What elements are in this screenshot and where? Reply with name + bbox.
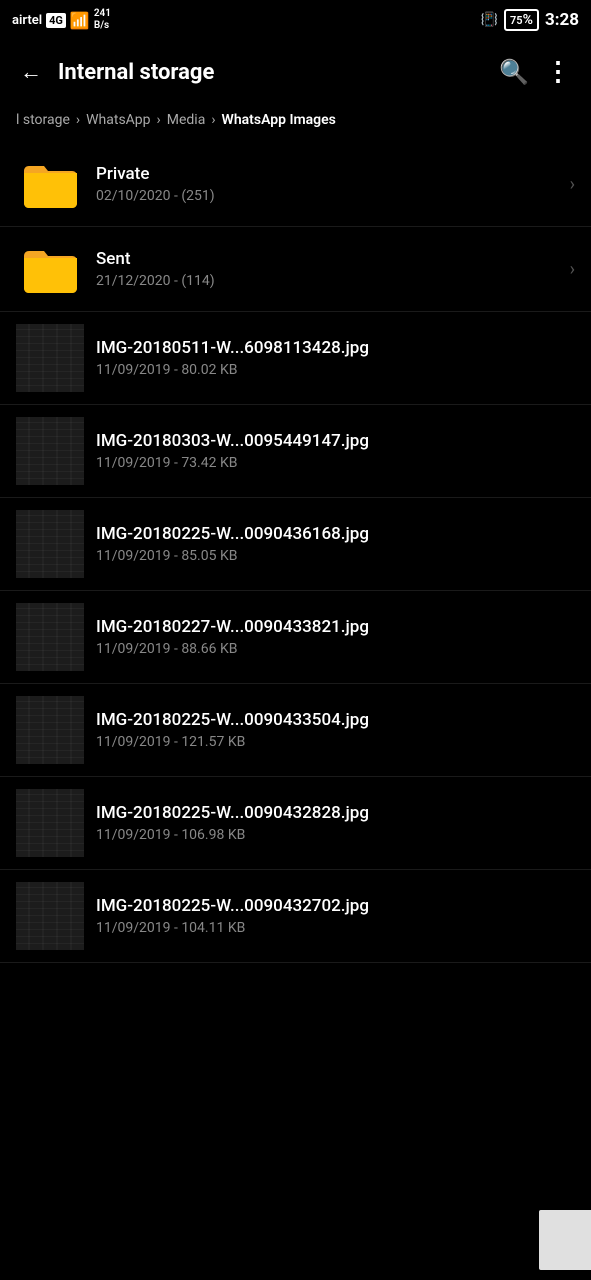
file-name: IMG-20180225-W...0090432702.jpg xyxy=(96,896,575,916)
clock: 3:28 xyxy=(545,10,579,30)
breadcrumb-sep-1: › xyxy=(76,112,80,128)
file-info: IMG-20180225-W...0090433504.jpg 11/09/20… xyxy=(96,710,575,750)
folder-private[interactable]: Private 02/10/2020 - (251) › xyxy=(0,142,591,227)
back-button[interactable]: ← xyxy=(12,51,50,93)
list-item[interactable]: IMG-20180303-W...0095449147.jpg 11/09/20… xyxy=(0,405,591,498)
breadcrumb-sep-3: › xyxy=(211,112,215,128)
list-item[interactable]: IMG-20180225-W...0090433504.jpg 11/09/20… xyxy=(0,684,591,777)
breadcrumb-item-whatsapp[interactable]: WhatsApp xyxy=(86,112,150,128)
signal-icon: 📶 xyxy=(70,11,90,30)
breadcrumb-item-media[interactable]: Media xyxy=(167,112,206,128)
vibrate-icon: 📳 xyxy=(481,12,498,28)
battery-icon: 75% xyxy=(504,9,539,31)
chevron-right-icon: › xyxy=(570,259,575,280)
file-thumbnail xyxy=(16,510,84,578)
data-speed: 241 B/s xyxy=(94,8,111,32)
breadcrumb-item-whatsapp-images[interactable]: WhatsApp Images xyxy=(222,112,336,128)
folder-sent[interactable]: Sent 21/12/2020 - (114) › xyxy=(0,227,591,312)
search-button[interactable]: 🔍 xyxy=(491,50,537,94)
more-options-button[interactable]: ⋮ xyxy=(537,49,579,95)
folder-icon-sent xyxy=(16,239,84,299)
folder-sent-meta: 21/12/2020 - (114) xyxy=(96,273,562,289)
page-title: Internal storage xyxy=(58,60,491,85)
file-thumbnail xyxy=(16,603,84,671)
list-item[interactable]: IMG-20180511-W...6098113428.jpg 11/09/20… xyxy=(0,312,591,405)
carrier-label: airtel xyxy=(12,13,42,28)
folder-private-info: Private 02/10/2020 - (251) xyxy=(96,164,562,204)
status-bar: airtel 4G 📶 241 B/s 📳 75% 3:28 xyxy=(0,0,591,40)
file-thumbnail xyxy=(16,789,84,857)
battery-level: 75 xyxy=(510,14,523,27)
folder-icon-private xyxy=(16,154,84,214)
file-info: IMG-20180225-W...0090436168.jpg 11/09/20… xyxy=(96,524,575,564)
folder-sent-name: Sent xyxy=(96,249,562,269)
file-name: IMG-20180227-W...0090433821.jpg xyxy=(96,617,575,637)
list-item[interactable]: IMG-20180225-W...0090432702.jpg 11/09/20… xyxy=(0,870,591,963)
file-name: IMG-20180225-W...0090436168.jpg xyxy=(96,524,575,544)
scroll-indicator[interactable] xyxy=(539,1210,591,1270)
network-type: 4G xyxy=(46,13,66,28)
file-thumbnail xyxy=(16,882,84,950)
file-meta: 11/09/2019 - 88.66 KB xyxy=(96,641,575,657)
breadcrumb: l storage › WhatsApp › Media › WhatsApp … xyxy=(0,104,591,142)
breadcrumb-sep-2: › xyxy=(157,112,161,128)
file-meta: 11/09/2019 - 73.42 KB xyxy=(96,455,575,471)
file-meta: 11/09/2019 - 85.05 KB xyxy=(96,548,575,564)
file-name: IMG-20180225-W...0090433504.jpg xyxy=(96,710,575,730)
file-name: IMG-20180303-W...0095449147.jpg xyxy=(96,431,575,451)
file-info: IMG-20180225-W...0090432702.jpg 11/09/20… xyxy=(96,896,575,936)
file-thumbnail xyxy=(16,324,84,392)
folder-private-meta: 02/10/2020 - (251) xyxy=(96,188,562,204)
file-meta: 11/09/2019 - 104.11 KB xyxy=(96,920,575,936)
top-bar: ← Internal storage 🔍 ⋮ xyxy=(0,40,591,104)
list-item[interactable]: IMG-20180225-W...0090432828.jpg 11/09/20… xyxy=(0,777,591,870)
file-info: IMG-20180511-W...6098113428.jpg 11/09/20… xyxy=(96,338,575,378)
file-meta: 11/09/2019 - 80.02 KB xyxy=(96,362,575,378)
file-thumbnail xyxy=(16,417,84,485)
list-item[interactable]: IMG-20180227-W...0090433821.jpg 11/09/20… xyxy=(0,591,591,684)
breadcrumb-item-storage[interactable]: l storage xyxy=(16,112,70,128)
folder-sent-info: Sent 21/12/2020 - (114) xyxy=(96,249,562,289)
chevron-right-icon: › xyxy=(570,174,575,195)
file-name: IMG-20180225-W...0090432828.jpg xyxy=(96,803,575,823)
file-name: IMG-20180511-W...6098113428.jpg xyxy=(96,338,575,358)
folder-private-name: Private xyxy=(96,164,562,184)
status-right: 📳 75% 3:28 xyxy=(481,9,579,31)
file-info: IMG-20180227-W...0090433821.jpg 11/09/20… xyxy=(96,617,575,657)
status-left: airtel 4G 📶 241 B/s xyxy=(12,8,111,32)
file-meta: 11/09/2019 - 106.98 KB xyxy=(96,827,575,843)
list-item[interactable]: IMG-20180225-W...0090436168.jpg 11/09/20… xyxy=(0,498,591,591)
file-meta: 11/09/2019 - 121.57 KB xyxy=(96,734,575,750)
file-info: IMG-20180225-W...0090432828.jpg 11/09/20… xyxy=(96,803,575,843)
file-info: IMG-20180303-W...0095449147.jpg 11/09/20… xyxy=(96,431,575,471)
file-thumbnail xyxy=(16,696,84,764)
